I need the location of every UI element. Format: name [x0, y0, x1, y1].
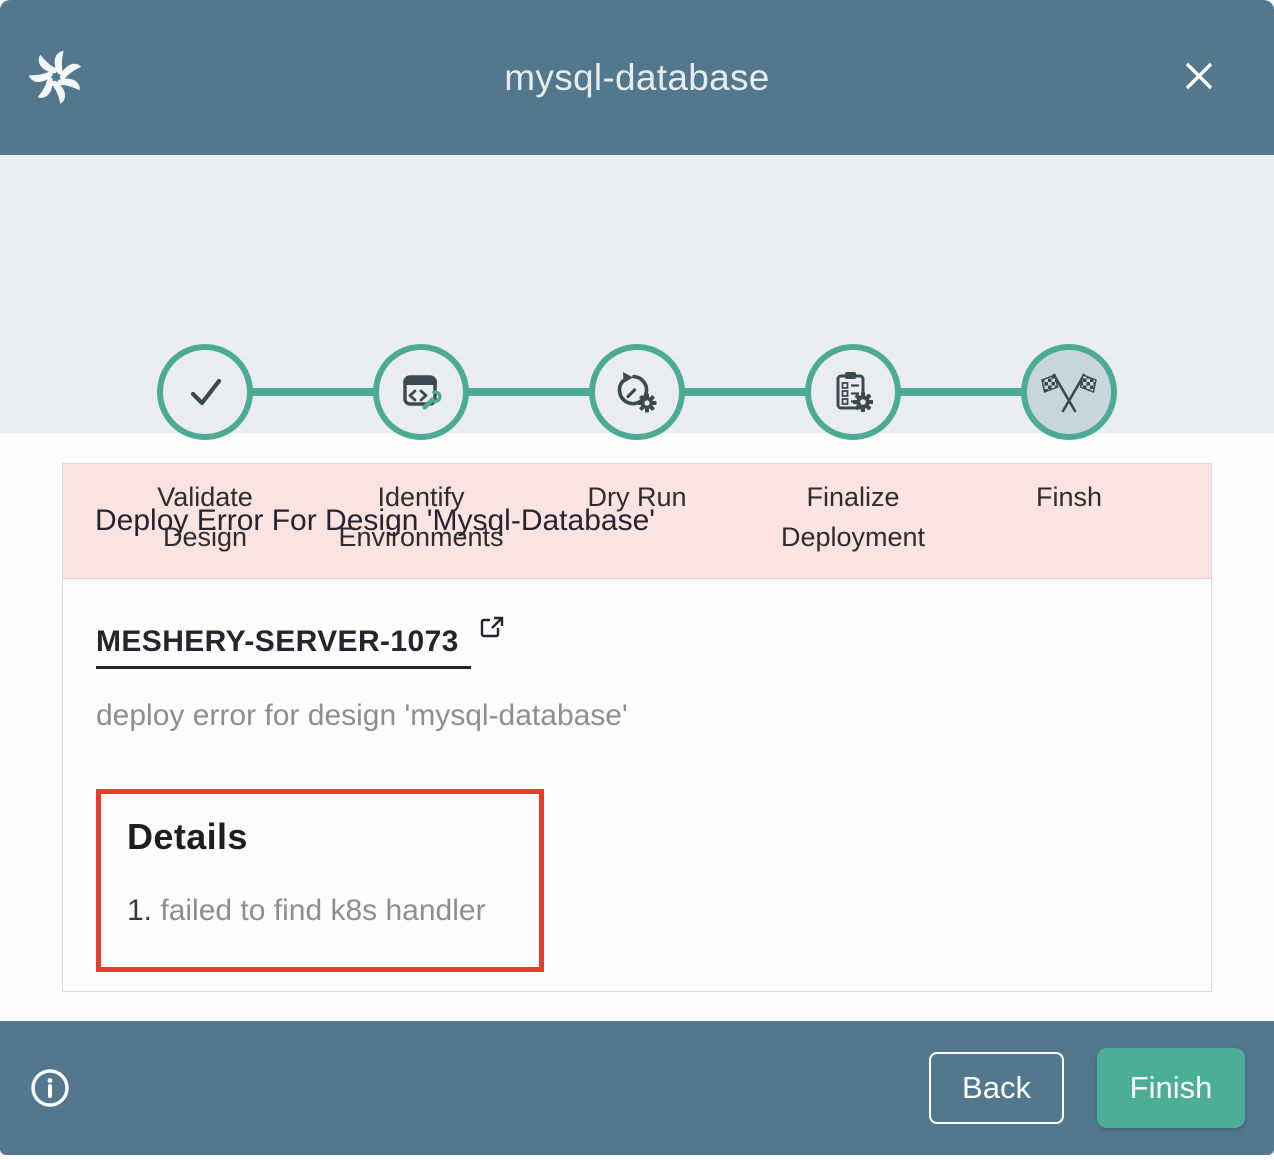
close-button[interactable]: [1176, 53, 1222, 99]
modal-title: mysql-database: [0, 0, 1274, 155]
step-identify-environments: Identify Environments: [313, 344, 529, 558]
error-summary: deploy error for design 'mysql-database': [96, 699, 1178, 733]
check-icon: [181, 368, 229, 416]
error-code-link[interactable]: MESHERY-SERVER-1073: [96, 625, 471, 669]
finish-flags-icon: [1041, 368, 1097, 416]
step-circle: [157, 344, 253, 440]
details-heading: Details: [127, 816, 513, 858]
back-button[interactable]: Back: [929, 1052, 1064, 1124]
step-label: Validate Design: [112, 478, 298, 558]
details-list: failed to find k8s handler: [127, 894, 513, 928]
step-circle: [805, 344, 901, 440]
clipboard-gear-icon: [829, 368, 877, 416]
close-icon: [1178, 55, 1220, 97]
deploy-wizard-modal: mysql-database Validate Design: [0, 0, 1274, 1155]
step-label: Identify Environments: [328, 478, 514, 558]
code-wrench-icon: [398, 369, 444, 415]
deploy-error-body: MESHERY-SERVER-1073 deploy error for des…: [63, 579, 1211, 991]
step-finalize-deployment: Finalize Deployment: [745, 344, 961, 558]
error-code-row: MESHERY-SERVER-1073: [96, 625, 1178, 669]
step-label: Finalize Deployment: [760, 478, 946, 558]
info-button[interactable]: [26, 1064, 74, 1112]
step-circle: [1021, 344, 1117, 440]
details-list-item: failed to find k8s handler: [127, 894, 513, 928]
modal-header: mysql-database: [0, 0, 1274, 155]
info-icon: [27, 1065, 73, 1111]
step-label: Dry Run: [544, 478, 730, 518]
step-dry-run: Dry Run: [529, 344, 745, 558]
modal-footer: Back Finish: [0, 1021, 1274, 1155]
step-circle: [589, 344, 685, 440]
external-link-icon[interactable]: [477, 613, 505, 646]
step-label: Finsh: [976, 478, 1162, 518]
dry-run-icon: [613, 368, 661, 416]
finish-button[interactable]: Finish: [1097, 1048, 1245, 1128]
deployment-stepper: Validate Design Identify Envi: [0, 155, 1274, 433]
steps-row: Validate Design Identify Envi: [97, 344, 1177, 558]
step-validate-design: Validate Design: [97, 344, 313, 558]
step-circle: [373, 344, 469, 440]
details-highlight-box: Details failed to find k8s handler: [96, 789, 544, 972]
step-finish: Finsh: [961, 344, 1177, 558]
